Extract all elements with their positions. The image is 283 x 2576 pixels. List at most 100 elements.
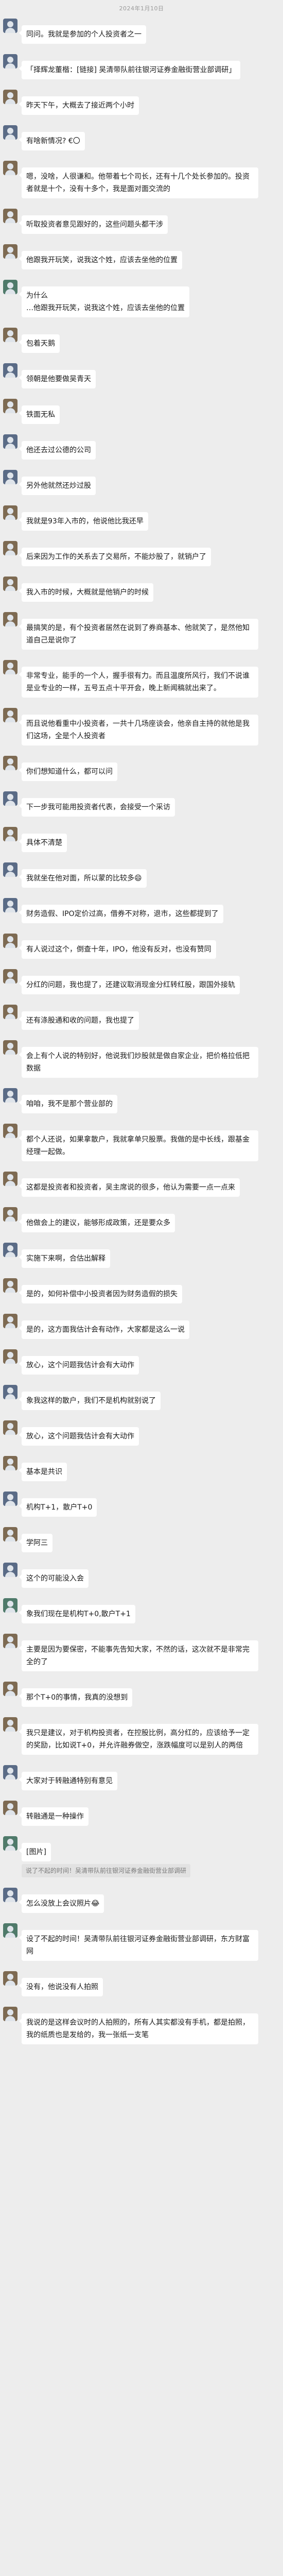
avatar[interactable]: [3, 827, 17, 841]
message-bubble[interactable]: 怎么没放上会议照片😂: [19, 1894, 104, 1913]
message-bubble[interactable]: 主要是因为要保密，不能事先告知大家，不然的话，这次就不是非常完全的了: [19, 1640, 258, 1671]
avatar[interactable]: [3, 1598, 17, 1613]
avatar[interactable]: [3, 1040, 17, 1055]
message-bubble[interactable]: 具体不清楚: [19, 834, 67, 852]
message-bubble[interactable]: 领朝是他要做吴青天: [19, 370, 96, 388]
message-bubble[interactable]: 是的，如何补偿中小投资者因为财务造假的损失: [19, 1285, 182, 1303]
message-bubble[interactable]: 会上有个人说的特别好，他说我们炒股就是做自家企业，把价格拉低把数据: [19, 1047, 258, 1078]
message-bubble[interactable]: 非常专业，能手的一个人，握手很有力。而且温度所风行，我们不说谁是业专业的一样，五…: [19, 667, 258, 698]
avatar[interactable]: [3, 1527, 17, 1541]
message-bubble[interactable]: [图片]: [19, 1843, 51, 1861]
avatar[interactable]: [3, 577, 17, 591]
avatar[interactable]: [3, 399, 17, 413]
avatar[interactable]: [3, 1492, 17, 1506]
message-bubble[interactable]: 放心，这个问题我估计会有大动作: [19, 1427, 139, 1446]
avatar[interactable]: [3, 1682, 17, 1696]
message-bubble[interactable]: 咱咱，我不是那个营业部的: [19, 1095, 117, 1113]
avatar[interactable]: [3, 328, 17, 342]
message-bubble[interactable]: 有啥新情况? €〇: [19, 132, 85, 150]
message-bubble[interactable]: 象我这样的散户，我们不是机构就别说了: [19, 1392, 161, 1410]
avatar[interactable]: [3, 791, 17, 806]
message-bubble[interactable]: 另外他就然还炒过股: [19, 477, 96, 495]
avatar[interactable]: [3, 1971, 17, 1986]
avatar[interactable]: [3, 1124, 17, 1138]
message-bubble[interactable]: 实施下来啊，合估出解释: [19, 1249, 110, 1268]
message-bubble[interactable]: 这个的可能没入会: [19, 1569, 89, 1588]
quoted-reply[interactable]: 说了不起的时间！吴清带队前往银河证券金融街营业部调研: [22, 1864, 191, 1877]
message-bubble[interactable]: 我说的是这样会议时的人拍照的，所有人其实都没有手机，都是拍照，我的纸质也是发给的…: [19, 2013, 258, 2044]
avatar[interactable]: [3, 209, 17, 223]
avatar[interactable]: [3, 54, 17, 69]
message-bubble[interactable]: 最搞笑的是，有个投资者居然在说到了券商基本、他就笑了，是然他知道自己是说你了: [19, 619, 258, 650]
avatar[interactable]: [3, 1888, 17, 1902]
avatar[interactable]: [3, 1005, 17, 1019]
message-bubble[interactable]: 嗯，没啥，人很谦和。他带着七个司长，还有十几个处长参加的。投资者就是十个，没有十…: [19, 167, 258, 198]
message-bubble[interactable]: 下一步我可能用投资者代表，会接受一个采访: [19, 798, 175, 817]
avatar[interactable]: [3, 161, 17, 175]
avatar[interactable]: [3, 708, 17, 722]
avatar[interactable]: [3, 660, 17, 674]
avatar[interactable]: [3, 1243, 17, 1257]
avatar[interactable]: [3, 1634, 17, 1648]
avatar[interactable]: [3, 2007, 17, 2021]
message-bubble[interactable]: 没有，他说没有人拍照: [19, 1978, 103, 1996]
message-bubble[interactable]: 是的，这方面我估计会有动作，大家都是这么一说: [19, 1320, 189, 1339]
avatar[interactable]: [3, 1765, 17, 1780]
message-bubble[interactable]: 转融通是一种操作: [19, 1807, 89, 1826]
message-bubble[interactable]: 我就是93年入市的，他说他比我还早: [19, 512, 148, 531]
message-bubble[interactable]: 机构T+1，散户T+0: [19, 1498, 97, 1517]
message-bubble[interactable]: 财务造假、IPO定价过高，借券不对称，退市，这些都提到了: [19, 905, 223, 923]
message-bubble[interactable]: 同问。我就是参加的个人投资者之一: [19, 25, 146, 44]
avatar[interactable]: [3, 1349, 17, 1364]
message-bubble[interactable]: 听取投资者意见跟好的，这些问题头都干涉: [19, 215, 168, 234]
avatar[interactable]: [3, 969, 17, 984]
message-bubble[interactable]: 放心，这个问题我估计会有大动作: [19, 1356, 139, 1375]
avatar[interactable]: [3, 1385, 17, 1399]
message-bubble[interactable]: 他跟我开玩笑，说我这个姓，应该去坐他的位置: [19, 251, 182, 269]
avatar[interactable]: [3, 1801, 17, 1815]
message-bubble[interactable]: 昨天下午，大概去了接近两个小时: [19, 96, 139, 115]
message-bubble[interactable]: 后来因为工作的关系去了交易所，不能炒股了，就销户了: [19, 548, 211, 566]
avatar[interactable]: [3, 505, 17, 520]
avatar[interactable]: [3, 756, 17, 770]
message-bubble[interactable]: 包着天鹅: [19, 334, 60, 353]
avatar[interactable]: [3, 363, 17, 378]
avatar[interactable]: [3, 125, 17, 140]
avatar[interactable]: [3, 280, 17, 294]
message-bubble[interactable]: 为什么 …他跟我开玩笑，说我这个姓，应该去坐他的位置: [19, 286, 189, 317]
avatar[interactable]: [3, 470, 17, 484]
avatar[interactable]: [3, 19, 17, 33]
message-bubble[interactable]: 分红的问题，我也提了，还建议取消现金分红转红股，跟国外接轨: [19, 976, 240, 994]
avatar[interactable]: [3, 541, 17, 555]
message-bubble[interactable]: 「择辉龙董楷：[链接] 吴清带队前往银河证券金融街营业部调研」: [19, 61, 241, 79]
message-bubble[interactable]: 我只是建议，对于机构投资者，在控股比例，高分红的，应该给予一定的奖励，比如说T+…: [19, 1724, 258, 1755]
message-bubble[interactable]: 你们想知道什么，都可以问: [19, 762, 117, 781]
avatar[interactable]: [3, 1456, 17, 1470]
message-bubble[interactable]: 大家对于转融通特别有意见: [19, 1772, 117, 1790]
message-bubble[interactable]: 基本是共识: [19, 1463, 67, 1481]
avatar[interactable]: [3, 1314, 17, 1328]
avatar[interactable]: [3, 1420, 17, 1435]
avatar[interactable]: [3, 612, 17, 626]
message-bubble[interactable]: 而且说他看重中小投资者，一共十几场座谈会，他亲自主持的就他是我们这场，全是个人投…: [19, 715, 258, 745]
message-bubble[interactable]: 我就坐在他对面，所以蒙的比较多😄: [19, 869, 147, 888]
avatar[interactable]: [3, 898, 17, 912]
message-bubble[interactable]: 铁面无私: [19, 405, 60, 424]
avatar[interactable]: [3, 1278, 17, 1293]
message-bubble[interactable]: 还有涤股通和收的问题，我也提了: [19, 1011, 139, 1030]
avatar[interactable]: [3, 244, 17, 259]
message-bubble[interactable]: 学阿三: [19, 1534, 52, 1552]
avatar[interactable]: [3, 1088, 17, 1103]
avatar[interactable]: [3, 1207, 17, 1222]
message-bubble[interactable]: 都个人还说，如果拿散户，我就拿单只股票。我做的是中长线，跟基金经理一起做。: [19, 1130, 258, 1161]
message-bubble[interactable]: 他还去过公德的公司: [19, 441, 96, 460]
message-bubble[interactable]: 有人说过这个，倒查十年，IPO，他没有反对，也没有赞同: [19, 940, 216, 959]
avatar[interactable]: [3, 1563, 17, 1577]
message-bubble[interactable]: 这都是投资者和投资者，吴主席说的很多，他认为需要一点一点来: [19, 1178, 240, 1197]
avatar[interactable]: [3, 434, 17, 449]
avatar[interactable]: [3, 1717, 17, 1732]
message-bubble[interactable]: 象我们现在是机构T+0,散户T+1: [19, 1605, 135, 1623]
avatar[interactable]: [3, 1172, 17, 1186]
avatar[interactable]: [3, 862, 17, 877]
message-bubble[interactable]: 设了不起的时间！吴清带队前往银河证券金融街营业部调研，东方财富网: [19, 1930, 258, 1961]
